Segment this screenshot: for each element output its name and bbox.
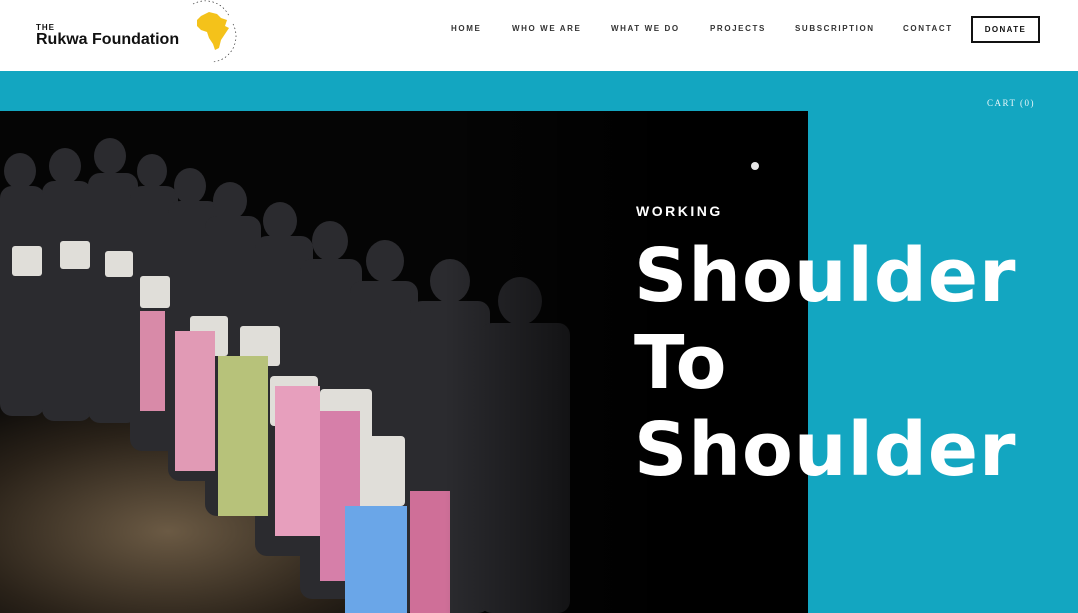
- main-nav: HOME WHO WE ARE WHAT WE DO PROJECTS SUBS…: [0, 24, 1078, 36]
- nav-subscription[interactable]: SUBSCRIPTION: [795, 24, 875, 33]
- site-header: THE Rukwa Foundation HOME WHO WE ARE WHA…: [0, 0, 1078, 71]
- hero-headline-line: Shoulder: [634, 407, 1017, 493]
- hero-headline: Shoulder To Shoulder: [634, 233, 1017, 494]
- nav-projects[interactable]: PROJECTS: [710, 24, 766, 33]
- hero-headline-line: Shoulder: [634, 233, 1017, 319]
- hero-section: CART (0) WORKING Shoulder To Shoulder: [0, 71, 1078, 613]
- donate-button[interactable]: DONATE: [971, 16, 1040, 43]
- nav-home[interactable]: HOME: [451, 24, 481, 33]
- nav-who-we-are[interactable]: WHO WE ARE: [512, 24, 581, 33]
- nav-what-we-do[interactable]: WHAT WE DO: [611, 24, 680, 33]
- cart-link[interactable]: CART (0): [987, 98, 1035, 108]
- nav-contact[interactable]: CONTACT: [903, 24, 953, 33]
- hero-headline-line: To: [634, 320, 728, 406]
- hero-eyebrow: WORKING: [636, 203, 723, 219]
